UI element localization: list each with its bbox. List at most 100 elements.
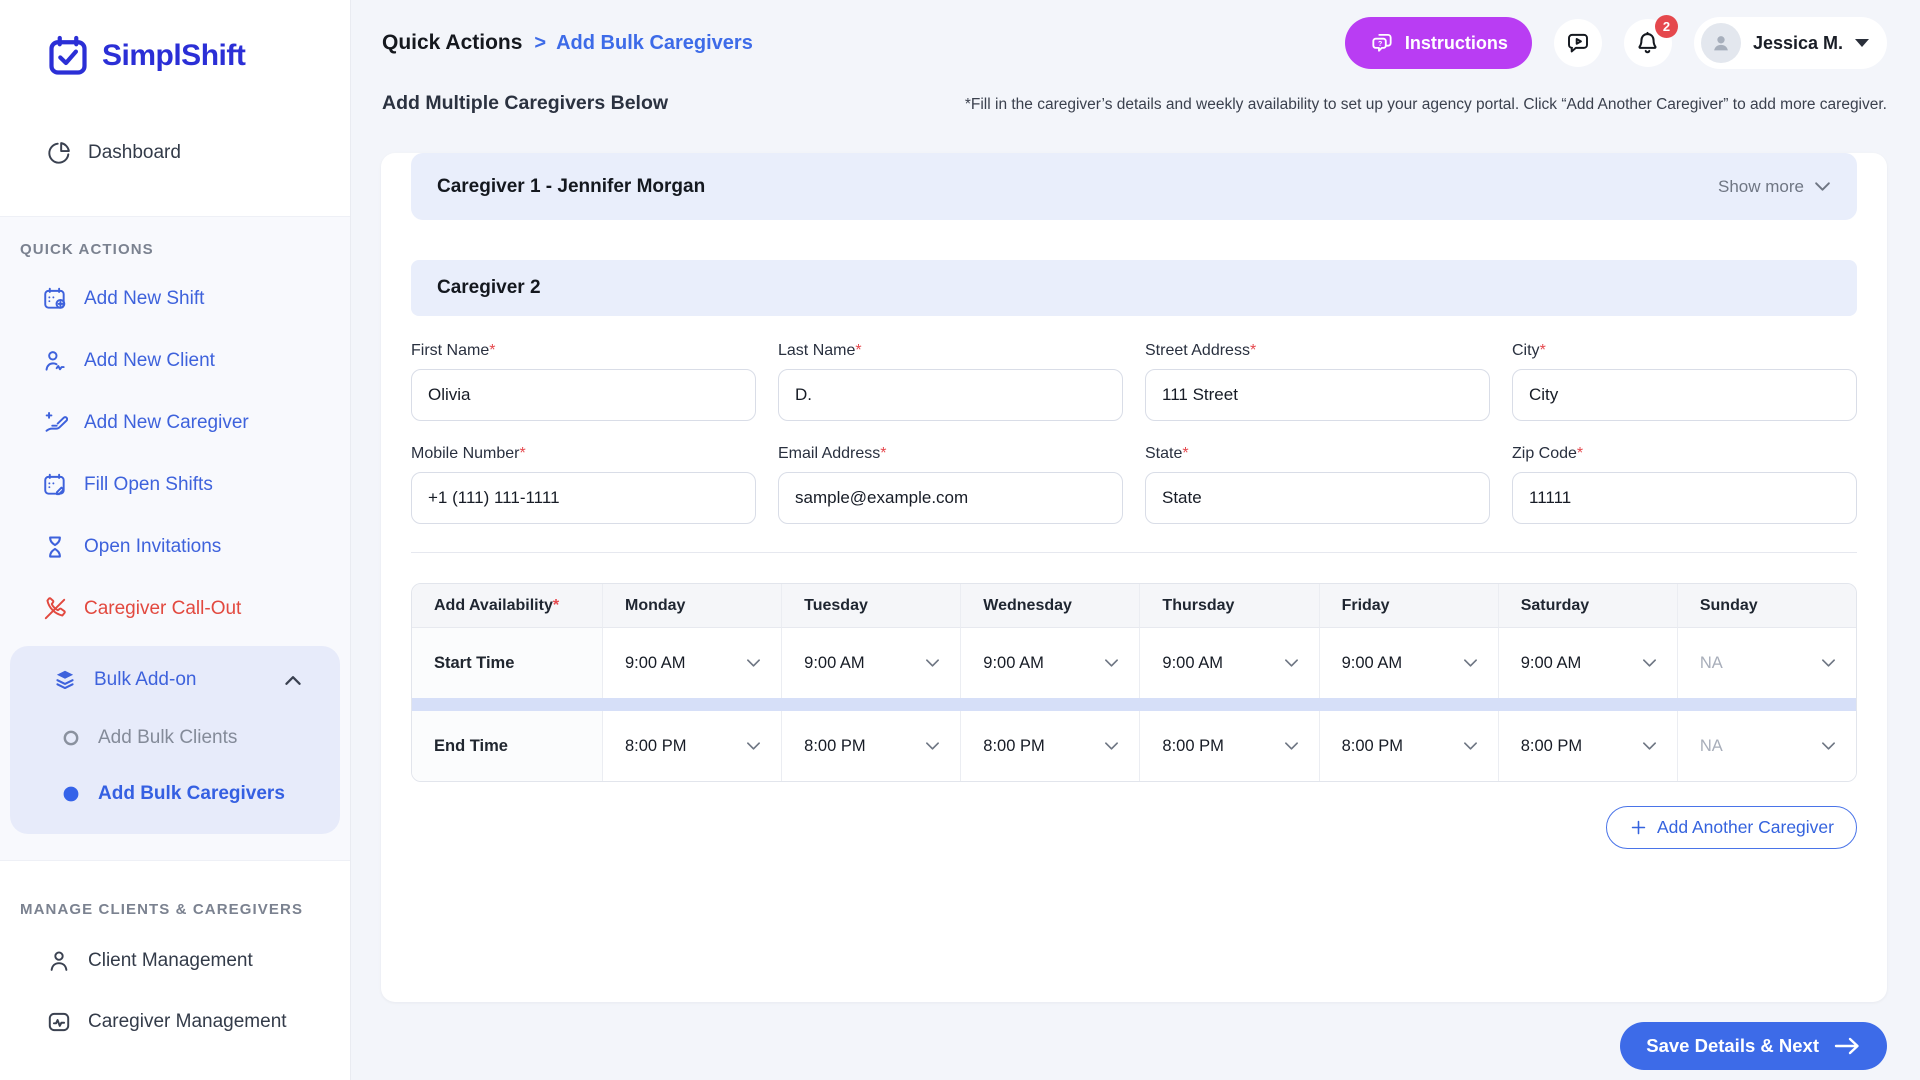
end-time-select-saturday[interactable]: 8:00 PM xyxy=(1498,711,1677,781)
chevron-down-icon xyxy=(1642,658,1657,668)
sidebar-item-add-bulk-caregivers[interactable]: Add Bulk Caregivers xyxy=(10,766,340,822)
caregivers-card: Caregiver 1 - Jennifer Morgan Show more … xyxy=(381,153,1887,1002)
sidebar-item-label: Add New Shift xyxy=(84,288,204,310)
breadcrumb-separator: > xyxy=(534,32,546,55)
start-time-select-friday[interactable]: 9:00 AM xyxy=(1319,628,1498,698)
sidebar-item-add-new-shift[interactable]: Add New Shift xyxy=(0,268,350,330)
mobile-number-input[interactable] xyxy=(411,472,756,524)
page-title: Add Multiple Caregivers Below xyxy=(382,92,668,115)
bulk-addon-group: Bulk Add-on Add Bulk Clients Add Bulk C xyxy=(10,646,340,834)
first-name-label: First Name* xyxy=(411,342,495,359)
top-right-actions: ? Instructions xyxy=(1345,17,1887,69)
end-time-select-wednesday[interactable]: 8:00 PM xyxy=(960,711,1139,781)
sidebar-item-open-invitations[interactable]: Open Invitations xyxy=(0,516,350,578)
monitor-pulse-icon xyxy=(46,1009,72,1035)
chevron-down-icon xyxy=(1104,658,1119,668)
chevron-down-icon xyxy=(746,741,761,751)
sidebar-item-label: Caregiver Call-Out xyxy=(84,598,241,620)
availability-header-cell: Thursday xyxy=(1139,584,1318,628)
end-time-row-label: End Time xyxy=(412,711,602,781)
city-input[interactable] xyxy=(1512,369,1857,421)
last-name-field: Last Name* xyxy=(778,342,1123,421)
add-another-caregiver-label: Add Another Caregiver xyxy=(1657,817,1834,838)
instructions-button[interactable]: ? Instructions xyxy=(1345,17,1532,69)
start-time-select-wednesday[interactable]: 9:00 AM xyxy=(960,628,1139,698)
start-time-select-sunday[interactable]: NA xyxy=(1677,628,1856,698)
email-address-label: Email Address* xyxy=(778,445,887,462)
sidebar-item-label: Add New Client xyxy=(84,350,215,372)
save-details-next-label: Save Details & Next xyxy=(1646,1035,1819,1057)
end-time-select-sunday[interactable]: NA xyxy=(1677,711,1856,781)
notifications-button[interactable]: 2 xyxy=(1624,19,1672,67)
mobile-number-label: Mobile Number* xyxy=(411,445,526,462)
end-time-select-monday[interactable]: 8:00 PM xyxy=(602,711,781,781)
start-time-select-thursday[interactable]: 9:00 AM xyxy=(1139,628,1318,698)
sidebar-item-fill-open-shifts[interactable]: Fill Open Shifts xyxy=(0,454,350,516)
caregiver-2-title: Caregiver 2 xyxy=(437,277,541,299)
city-field: City* xyxy=(1512,342,1857,421)
zip-code-label: Zip Code* xyxy=(1512,445,1583,462)
sidebar-item-caregiver-management[interactable]: Caregiver Management xyxy=(0,991,350,1052)
sidebar: SimplShift Dashboard QUICK ACTIONS A xyxy=(0,0,351,1080)
sidebar-item-caregiver-call-out[interactable]: Caregiver Call-Out xyxy=(0,578,350,640)
save-details-next-button[interactable]: Save Details & Next xyxy=(1620,1022,1887,1070)
end-time-select-friday[interactable]: 8:00 PM xyxy=(1319,711,1498,781)
sidebar-item-add-new-caregiver[interactable]: Add New Caregiver xyxy=(0,392,350,454)
person-icon xyxy=(46,948,72,974)
sidebar-item-label: Bulk Add-on xyxy=(94,669,268,691)
chevron-down-icon xyxy=(746,658,761,668)
first-name-input[interactable] xyxy=(411,369,756,421)
sidebar-item-add-new-client[interactable]: Add New Client xyxy=(0,330,350,392)
availability-header-cell: Monday xyxy=(602,584,781,628)
state-input[interactable] xyxy=(1145,472,1490,524)
availability-table: Add Availability* Monday Tuesday Wednesd… xyxy=(411,583,1857,782)
notification-badge: 2 xyxy=(1655,15,1678,38)
sidebar-item-label: Caregiver Management xyxy=(88,1011,287,1033)
chevron-down-icon xyxy=(1463,658,1478,668)
chevron-down-icon xyxy=(1821,658,1836,668)
row-separator-band xyxy=(412,698,1856,711)
sidebar-item-label: Open Invitations xyxy=(84,536,221,558)
chat-play-icon xyxy=(1565,30,1591,56)
pie-chart-icon xyxy=(46,140,72,166)
chevron-down-icon xyxy=(1284,741,1299,751)
sidebar-item-dashboard[interactable]: Dashboard xyxy=(0,136,350,170)
mobile-number-field: Mobile Number* xyxy=(411,445,756,524)
street-address-input[interactable] xyxy=(1145,369,1490,421)
add-another-caregiver-button[interactable]: Add Another Caregiver xyxy=(1606,806,1857,849)
chevron-down-icon xyxy=(1821,741,1836,751)
zip-code-input[interactable] xyxy=(1512,472,1857,524)
quick-actions-title: QUICK ACTIONS xyxy=(0,241,350,258)
show-more-toggle[interactable]: Show more xyxy=(1718,177,1831,197)
caregiver-1-header[interactable]: Caregiver 1 - Jennifer Morgan Show more xyxy=(411,153,1857,220)
first-name-field: First Name* xyxy=(411,342,756,421)
top-bar: Quick Actions > Add Bulk Caregivers ? In… xyxy=(351,0,1920,70)
end-time-select-tuesday[interactable]: 8:00 PM xyxy=(781,711,960,781)
user-menu[interactable]: Jessica M. xyxy=(1694,17,1887,69)
state-field: State* xyxy=(1145,445,1490,524)
chevron-down-icon xyxy=(925,658,940,668)
start-time-select-monday[interactable]: 9:00 AM xyxy=(602,628,781,698)
svg-text:?: ? xyxy=(1378,41,1382,48)
add-caregiver-row: Add Another Caregiver xyxy=(411,806,1857,849)
sidebar-item-label: Client Management xyxy=(88,950,253,972)
sidebar-item-add-bulk-clients[interactable]: Add Bulk Clients xyxy=(10,710,340,766)
avatar xyxy=(1701,23,1741,63)
sidebar-item-bulk-addon[interactable]: Bulk Add-on xyxy=(10,650,340,710)
caret-down-icon xyxy=(1855,39,1869,47)
sidebar-item-client-management[interactable]: Client Management xyxy=(0,930,350,991)
chevron-down-icon xyxy=(1463,741,1478,751)
help-bubbles-icon: ? xyxy=(1369,30,1395,56)
radio-selected-icon xyxy=(62,785,80,803)
start-time-select-saturday[interactable]: 9:00 AM xyxy=(1498,628,1677,698)
availability-header-cell: Wednesday xyxy=(960,584,1139,628)
feedback-button[interactable] xyxy=(1554,19,1602,67)
plus-icon xyxy=(1629,818,1648,837)
start-time-select-tuesday[interactable]: 9:00 AM xyxy=(781,628,960,698)
last-name-input[interactable] xyxy=(778,369,1123,421)
breadcrumb-parent[interactable]: Quick Actions xyxy=(382,31,522,55)
chevron-down-icon xyxy=(1642,741,1657,751)
quick-actions-section: QUICK ACTIONS Add New Shift xyxy=(0,216,350,861)
end-time-select-thursday[interactable]: 8:00 PM xyxy=(1139,711,1318,781)
email-address-input[interactable] xyxy=(778,472,1123,524)
